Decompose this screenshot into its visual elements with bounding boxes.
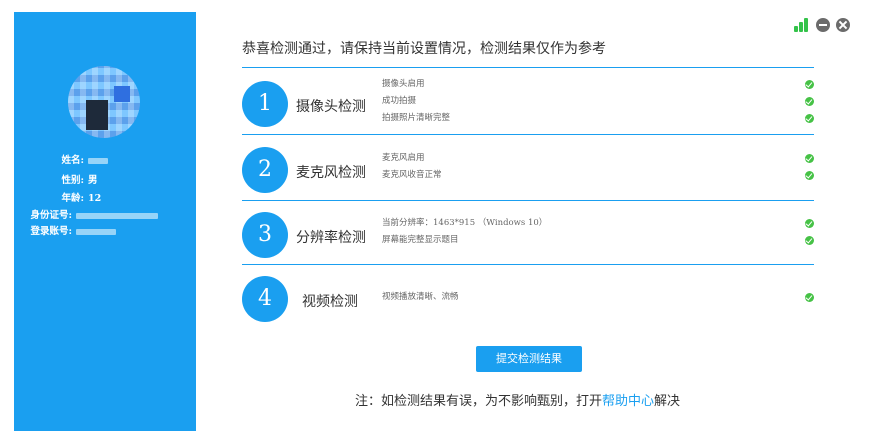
profile-row-account: 登录账号: [14,225,196,239]
help-center-link[interactable]: 帮助中心 [602,394,654,409]
minimize-icon[interactable] [816,18,830,32]
section-title: 麦克风检测 [296,165,366,181]
check-item: 屏幕能完整显示题目 [382,235,459,245]
check-item: 视频播放清晰、流畅 [382,292,459,302]
window-controls [794,18,850,32]
section-title: 视频检测 [302,294,358,310]
profile-label-age: 年龄: [61,193,84,204]
profile-label-gender: 性别: [61,175,84,186]
avatar-pixel-block [114,86,130,102]
check-success-icon [805,97,814,106]
profile-value-age: 12 [88,193,102,204]
section-microphone-check: 2 麦克风检测 麦克风启用 麦克风收音正常 [242,135,814,200]
check-success-icon [805,154,814,163]
profile-row-gender: 性别: 男 [14,174,196,188]
profile-value-account-redacted [76,229,116,235]
check-success-icon [805,219,814,228]
profile-row-id: 身份证号: [14,209,196,223]
section-video-check: 4 视频检测 视频播放清晰、流畅 [242,265,814,327]
footer-note-suffix: 解决 [654,394,681,409]
step-number-1: 1 [242,81,288,127]
check-item: 当前分辨率：1463*915 （Windows 10） [382,218,548,228]
check-item: 麦克风收音正常 [382,170,442,180]
profile-value-name-redacted [88,158,108,164]
close-icon[interactable] [836,18,850,32]
footer-note-prefix: 注：如检测结果有误，为不影响甄别，打开 [355,394,603,409]
section-title: 分辨率检测 [296,230,366,246]
section-camera-check: 1 摄像头检测 摄像头启用 成功拍摄 拍摄照片清晰完整 [242,68,814,134]
section-resolution-check: 3 分辨率检测 当前分辨率：1463*915 （Windows 10） 屏幕能完… [242,201,814,264]
check-item: 成功拍摄 [382,96,417,106]
check-success-icon [805,114,814,123]
check-item: 摄像头启用 [382,79,425,89]
section-title: 摄像头检测 [296,99,366,115]
avatar-face-block [86,100,108,130]
profile-label-name: 姓名: [61,155,84,166]
check-success-icon [805,293,814,302]
profile-value-id-redacted [76,213,158,219]
check-item: 麦克风启用 [382,153,425,163]
signal-bars-icon [794,18,810,32]
profile-label-id-number: 身份证号: [30,210,72,221]
step-number-4: 4 [242,276,288,322]
check-success-icon [805,80,814,89]
profile-row-name: 姓名: [14,154,196,168]
submit-results-button[interactable]: 提交检测结果 [476,346,582,372]
profile-row-age: 年龄: 12 [14,192,196,206]
profile-sidebar: 姓名: 性别: 男 年龄: 12 身份证号: 登录账号: [14,12,196,431]
profile-value-gender: 男 [88,175,98,186]
result-message: 恭喜检测通过，请保持当前设置情况，检测结果仅作为参考 [242,41,606,57]
check-success-icon [805,236,814,245]
user-avatar [68,66,140,138]
check-success-icon [805,171,814,180]
check-item: 拍摄照片清晰完整 [382,113,451,123]
step-number-3: 3 [242,212,288,258]
profile-label-account: 登录账号: [30,226,72,237]
step-number-2: 2 [242,147,288,193]
footer-note: 注：如检测结果有误，为不影响甄别，打开帮助中心解决 [355,390,680,409]
